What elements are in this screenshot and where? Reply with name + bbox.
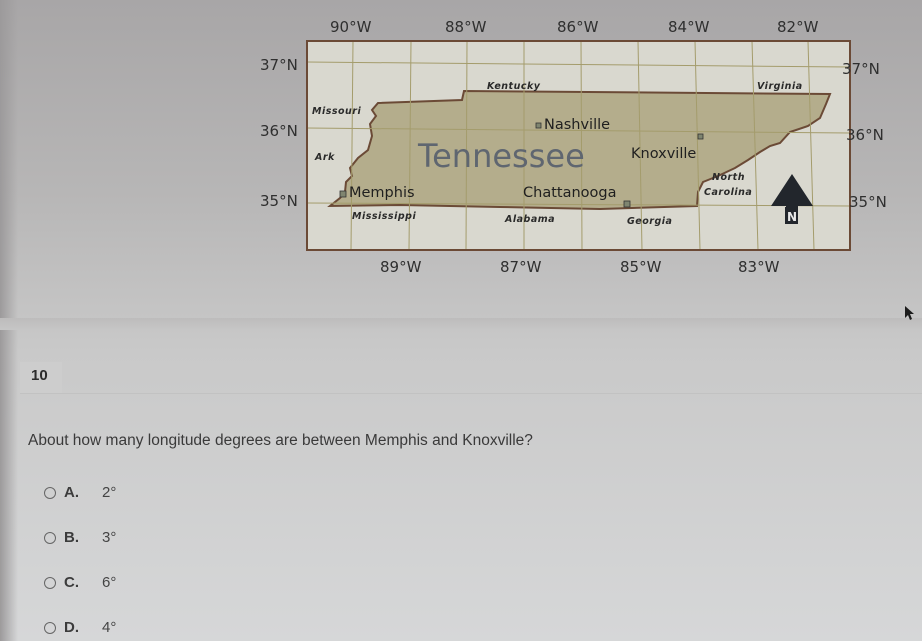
radio-button[interactable] xyxy=(44,576,56,589)
city-label-memphis: Memphis xyxy=(349,185,415,201)
option-value: 6° xyxy=(102,574,117,591)
city-marker-memphis xyxy=(339,190,347,198)
state-label-arkansas: Ark xyxy=(314,152,335,163)
city-label-chattanooga: Chattanooga xyxy=(523,185,616,201)
longitude-label: 90°W xyxy=(330,18,372,36)
longitude-label: 86°W xyxy=(557,18,599,36)
option-letter: D. xyxy=(64,619,79,636)
longitude-label: 82°W xyxy=(777,18,819,36)
question-number: 10 xyxy=(31,367,48,384)
longitude-label: 87°W xyxy=(500,258,542,276)
tennessee-map: 90°W 88°W 86°W 84°W 82°W 89°W 87°W 85°W … xyxy=(0,0,922,300)
answer-option-a[interactable]: A. 2° xyxy=(44,484,116,501)
option-value: 2° xyxy=(102,484,117,501)
state-label-georgia: Georgia xyxy=(627,216,672,227)
answer-option-c[interactable]: C. 6° xyxy=(44,574,116,591)
state-label-kentucky: Kentucky xyxy=(487,81,541,92)
state-title: Tennessee xyxy=(417,137,585,175)
answer-option-b[interactable]: B. 3° xyxy=(44,529,116,546)
section-separator xyxy=(0,318,922,330)
city-marker-chattanooga xyxy=(623,200,631,208)
radio-button[interactable] xyxy=(44,531,56,544)
state-label-north-carolina: North xyxy=(712,172,745,183)
longitude-label: 83°W xyxy=(738,258,780,276)
option-letter: C. xyxy=(64,574,79,591)
radio-button[interactable] xyxy=(44,621,56,634)
north-arrow-label: N xyxy=(787,210,797,224)
map-svg: 90°W 88°W 86°W 84°W 82°W 89°W 87°W 85°W … xyxy=(260,18,887,276)
city-marker-nashville xyxy=(535,122,542,129)
longitude-label: 84°W xyxy=(668,18,710,36)
state-label-mississippi: Mississippi xyxy=(352,211,416,222)
city-label-knoxville: Knoxville xyxy=(631,146,696,162)
latitude-label: 37°N xyxy=(260,56,298,74)
longitude-label: 85°W xyxy=(620,258,662,276)
option-letter: A. xyxy=(64,484,79,501)
mouse-cursor-icon xyxy=(905,306,914,320)
answer-option-d[interactable]: D. 4° xyxy=(44,619,116,636)
longitude-label: 89°W xyxy=(380,258,422,276)
latitude-label: 35°N xyxy=(260,192,298,210)
radio-button[interactable] xyxy=(44,486,56,499)
option-value: 4° xyxy=(102,619,117,636)
longitude-label: 88°W xyxy=(445,18,487,36)
state-label-virginia: Virginia xyxy=(757,81,803,92)
city-label-nashville: Nashville xyxy=(544,117,610,133)
latitude-label: 36°N xyxy=(846,126,884,144)
state-label-missouri: Missouri xyxy=(312,106,361,117)
question-divider xyxy=(20,393,922,394)
question-text: About how many longitude degrees are bet… xyxy=(28,432,533,449)
option-value: 3° xyxy=(102,529,117,546)
state-label-north-carolina: Carolina xyxy=(704,187,752,198)
latitude-label: 35°N xyxy=(849,193,887,211)
state-label-alabama: Alabama xyxy=(504,214,555,225)
latitude-label: 37°N xyxy=(842,60,880,78)
city-marker-knoxville xyxy=(697,133,704,140)
latitude-label: 36°N xyxy=(260,122,298,140)
option-letter: B. xyxy=(64,529,79,546)
